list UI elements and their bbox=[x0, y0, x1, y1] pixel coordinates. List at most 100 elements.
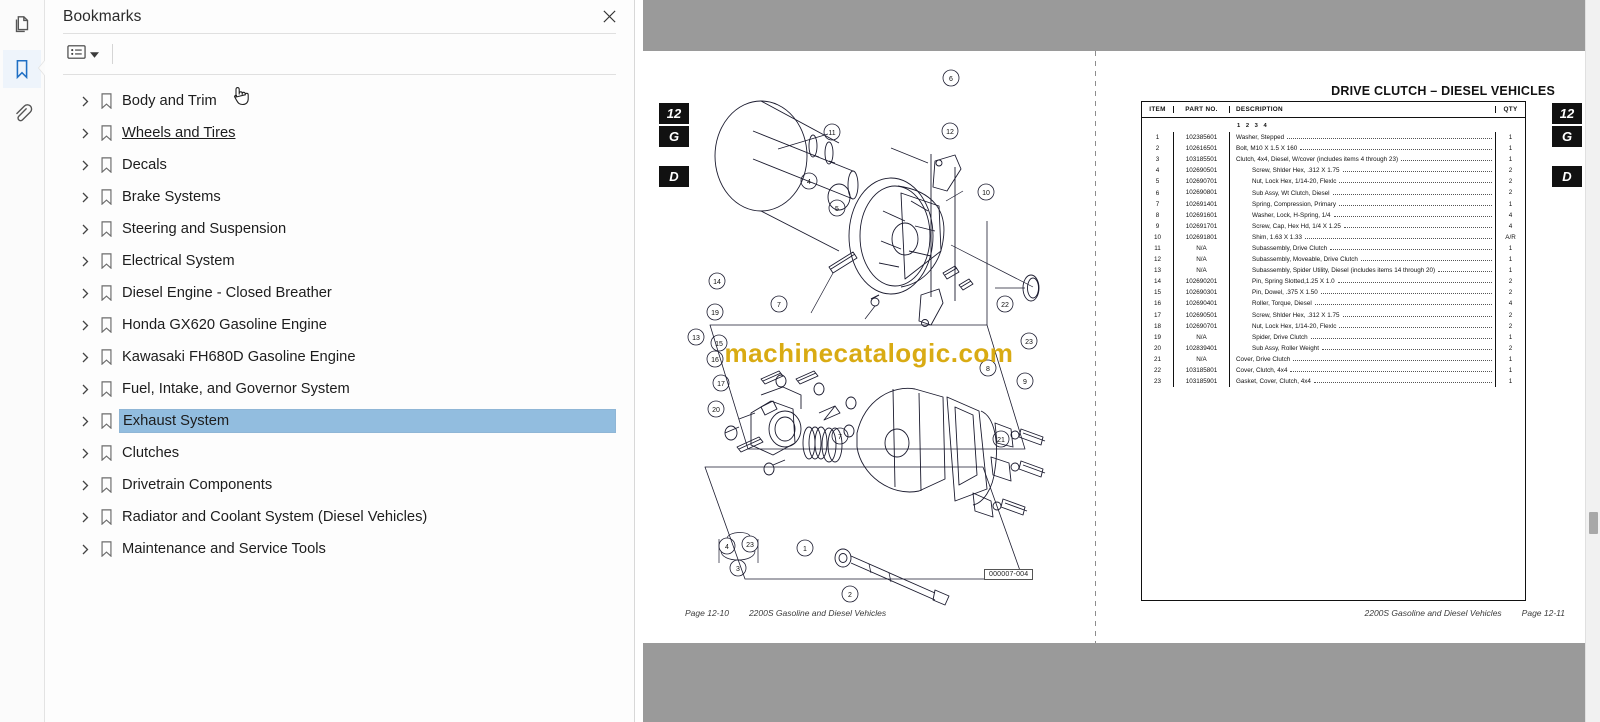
cell-item: 8 bbox=[1155, 211, 1160, 219]
bookmark-item[interactable]: Drivetrain Components bbox=[63, 469, 616, 501]
parts-table-row: 8 102691601 Washer, Lock, H-Spring, 1/4 4 bbox=[1142, 209, 1525, 221]
parts-table-row: 14 102690201 Pin, Spring Slotted,1.25 X 1.… bbox=[1142, 276, 1525, 288]
cell-qty: 1 bbox=[1495, 331, 1525, 343]
scrollbar-thumb[interactable] bbox=[1589, 512, 1598, 534]
pages-container: 12 G D 11 6 12 4 10 5 14 19 13 15 16 17 … bbox=[643, 51, 1585, 643]
bookmark-item-label: Steering and Suspension bbox=[122, 221, 287, 237]
column-header-item: ITEM bbox=[1149, 106, 1166, 113]
bookmarks-panel-header: Bookmarks bbox=[45, 0, 634, 33]
chevron-right-icon[interactable] bbox=[77, 288, 93, 299]
parts-table-row: 3 103185501 Clutch, 4x4, Diesel, W/cover (… bbox=[1142, 154, 1525, 166]
cell-description: Screw, Shlder Hex, .312 X 1.75 bbox=[1230, 167, 1495, 174]
bookmark-item[interactable]: Fuel, Intake, and Governor System bbox=[63, 373, 616, 405]
cell-qty: 1 bbox=[1495, 198, 1525, 210]
bookmark-item[interactable]: Decals bbox=[63, 149, 616, 181]
bookmark-item[interactable]: Maintenance and Service Tools bbox=[63, 533, 616, 565]
cell-item: 1 bbox=[1155, 134, 1160, 142]
cell-part-no: 102691601 bbox=[1173, 209, 1230, 221]
parts-table-row: 11 N/A Subassembly, Drive Clutch 1 bbox=[1142, 242, 1525, 255]
chevron-right-icon[interactable] bbox=[77, 128, 93, 139]
left-icon-rail bbox=[0, 0, 45, 722]
bookmark-item[interactable]: Clutches bbox=[63, 437, 616, 469]
chevron-right-icon[interactable] bbox=[77, 256, 93, 267]
cell-qty: 2 bbox=[1495, 276, 1525, 288]
page-thumbnails-icon[interactable] bbox=[3, 6, 41, 44]
bookmark-item[interactable]: Steering and Suspension bbox=[63, 213, 616, 245]
leader-dots bbox=[1300, 149, 1492, 151]
cell-item: 22 bbox=[1153, 367, 1161, 375]
parts-table-row: 12 N/A Subassembly, Moveable, Drive Clutch… bbox=[1142, 254, 1525, 266]
cell-part-no: 102690401 bbox=[1173, 298, 1230, 310]
cell-part-no: 103185901 bbox=[1173, 376, 1230, 388]
description-text: Screw, Shlder Hex, .312 X 1.75 bbox=[1252, 311, 1340, 319]
chevron-right-icon[interactable] bbox=[77, 352, 93, 363]
bookmarks-icon[interactable] bbox=[3, 50, 41, 88]
chevron-right-icon[interactable] bbox=[77, 480, 93, 491]
column-header-part-no: PART NO. bbox=[1173, 106, 1230, 113]
parts-table: ITEM PART NO. DESCRIPTION QTY 1 2 3 4 11… bbox=[1141, 101, 1526, 601]
cell-description: Pin, Dowel, .375 X 1.50 bbox=[1230, 289, 1495, 296]
cell-description: Clutch, 4x4, Diesel, W/cover (includes i… bbox=[1230, 156, 1495, 163]
bookmark-item[interactable]: Electrical System bbox=[63, 245, 616, 277]
description-text: Subassembly, Drive Clutch bbox=[1252, 244, 1328, 252]
bookmark-item-label: Clutches bbox=[122, 445, 180, 461]
description-text: Washer, Stepped bbox=[1236, 134, 1285, 142]
leader-dots bbox=[1290, 371, 1492, 373]
bookmark-options-button[interactable] bbox=[63, 41, 103, 68]
bookmark-item-icon bbox=[93, 93, 119, 109]
chevron-right-icon[interactable] bbox=[77, 160, 93, 171]
bookmark-item-icon bbox=[93, 413, 119, 429]
cell-description: Sub Assy, Roller Weight bbox=[1230, 345, 1495, 352]
cell-item: 14 bbox=[1153, 278, 1161, 286]
svg-text:13: 13 bbox=[692, 335, 700, 342]
cell-part-no: 102690801 bbox=[1173, 187, 1230, 199]
document-view[interactable]: 12 G D 11 6 12 4 10 5 14 19 13 15 16 17 … bbox=[635, 0, 1600, 722]
svg-text:9: 9 bbox=[1023, 379, 1027, 386]
bookmark-item[interactable]: Honda GX620 Gasoline Engine bbox=[63, 309, 616, 341]
chevron-right-icon[interactable] bbox=[77, 544, 93, 555]
cell-item: 16 bbox=[1153, 300, 1161, 308]
vertical-scrollbar[interactable] bbox=[1585, 0, 1600, 722]
bookmark-item[interactable]: Wheels and Tires bbox=[63, 117, 616, 149]
attachments-icon[interactable] bbox=[3, 94, 41, 132]
bookmark-item-label: Exhaust System bbox=[123, 413, 230, 429]
bookmark-item[interactable]: Exhaust System bbox=[63, 405, 616, 437]
cell-item: 4 bbox=[1155, 167, 1160, 175]
toolbar-divider bbox=[63, 74, 616, 75]
cell-item: 10 bbox=[1153, 233, 1161, 241]
leader-dots bbox=[1343, 226, 1492, 228]
chevron-right-icon[interactable] bbox=[77, 416, 93, 427]
bookmarks-toolbar bbox=[45, 34, 634, 74]
svg-text:22: 22 bbox=[1001, 302, 1009, 309]
bookmark-item[interactable]: Body and Trim bbox=[63, 85, 616, 117]
chevron-right-icon[interactable] bbox=[77, 192, 93, 203]
bookmark-item-icon bbox=[93, 157, 119, 173]
cell-description: Bolt, M10 X 1.5 X 160 bbox=[1230, 145, 1495, 152]
bookmark-list[interactable]: Body and Trim Wheels and Tires Decals Brake… bbox=[45, 83, 634, 722]
chevron-right-icon[interactable] bbox=[77, 384, 93, 395]
bookmark-item[interactable]: Kawasaki FH680D Gasoline Engine bbox=[63, 341, 616, 373]
chevron-right-icon[interactable] bbox=[77, 96, 93, 107]
chevron-right-icon[interactable] bbox=[77, 320, 93, 331]
close-panel-button[interactable] bbox=[598, 6, 620, 28]
cell-part-no: N/A bbox=[1173, 331, 1230, 343]
chevron-right-icon[interactable] bbox=[77, 224, 93, 235]
chevron-right-icon[interactable] bbox=[77, 512, 93, 523]
cell-part-no: N/A bbox=[1173, 353, 1230, 365]
bookmark-item[interactable]: Diesel Engine - Closed Breather bbox=[63, 277, 616, 309]
cell-part-no: 102690501 bbox=[1173, 165, 1230, 177]
cell-item: 13 bbox=[1153, 267, 1161, 275]
chevron-right-icon[interactable] bbox=[77, 448, 93, 459]
cell-part-no: 102690501 bbox=[1173, 309, 1230, 321]
cell-qty: 4 bbox=[1495, 298, 1525, 310]
leader-dots bbox=[1438, 271, 1492, 273]
cell-description: Spider, Drive Clutch bbox=[1230, 334, 1495, 341]
bookmark-item[interactable]: Brake Systems bbox=[63, 181, 616, 213]
parts-table-row: 13 N/A Subassembly, Spider Utility, Diesel… bbox=[1142, 265, 1525, 277]
cell-item: 7 bbox=[1155, 200, 1160, 208]
cell-qty: 1 bbox=[1495, 154, 1525, 166]
description-text: Gasket, Cover, Clutch, 4x4 bbox=[1236, 378, 1311, 386]
bookmark-item[interactable]: Radiator and Coolant System (Diesel Vehi… bbox=[63, 501, 616, 533]
leader-dots bbox=[1338, 204, 1492, 206]
cell-qty: 2 bbox=[1495, 165, 1525, 177]
